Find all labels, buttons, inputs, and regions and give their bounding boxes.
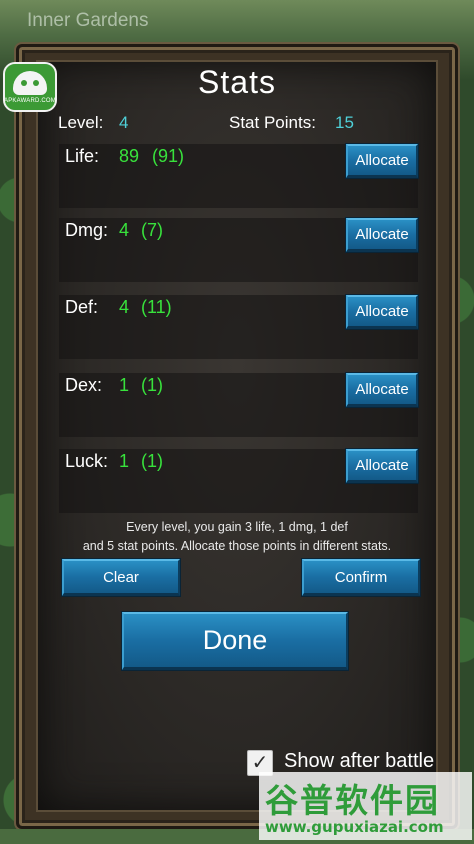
stat-max: (1): [141, 375, 163, 395]
stat-max: (1): [141, 451, 163, 471]
stat-value: 4: [119, 220, 130, 240]
stat-name: Luck:: [65, 451, 109, 471]
stat-row-life: Life: 89 (91) Allocate: [59, 144, 418, 208]
stat-points-label: Stat Points:: [229, 113, 316, 132]
allocate-luck-button[interactable]: Allocate: [346, 449, 418, 483]
stat-value: 1: [119, 451, 130, 471]
stat-value: 1: [119, 375, 130, 395]
stat-value: 4: [119, 297, 130, 317]
stat-row-dex: Dex: 1 (1) Allocate: [59, 373, 418, 437]
android-icon: [13, 71, 47, 95]
info-line-1: Every level, you gain 3 life, 1 dmg, 1 d…: [126, 520, 348, 534]
info-line-2: and 5 stat points. Allocate those points…: [82, 539, 392, 553]
info-text: Every level, you gain 3 life, 1 dmg, 1 d…: [36, 518, 438, 556]
allocate-def-button[interactable]: Allocate: [346, 295, 418, 329]
panel-title: Stats: [198, 64, 276, 100]
check-icon: ✓: [251, 752, 269, 774]
confirm-button[interactable]: Confirm: [302, 559, 420, 596]
brand-watermark-title: 谷普软件园: [265, 781, 440, 820]
location-label: Inner Gardens: [27, 10, 149, 31]
stat-name: Dex:: [65, 375, 103, 395]
stat-max: (7): [141, 220, 163, 240]
allocate-dmg-button[interactable]: Allocate: [346, 218, 418, 252]
stat-name: Def:: [65, 297, 99, 317]
brand-watermark: 谷普软件园 www.gupuxiazai.com: [259, 772, 472, 840]
stat-points-value: 15: [335, 113, 354, 132]
stat-row-def: Def: 4 (11) Allocate: [59, 295, 418, 359]
done-button[interactable]: Done: [122, 612, 348, 670]
clear-button[interactable]: Clear: [62, 559, 180, 596]
stat-name: Life:: [65, 146, 100, 166]
level-label: Level:: [58, 113, 104, 132]
allocate-life-button[interactable]: Allocate: [346, 144, 418, 178]
watermark-badge: APKAWARD.COM: [3, 62, 57, 112]
stat-name: Dmg:: [65, 220, 109, 240]
allocate-dex-button[interactable]: Allocate: [346, 373, 418, 407]
show-after-battle-label[interactable]: Show after battle: [284, 750, 434, 773]
level-value: 4: [119, 113, 129, 132]
stat-row-dmg: Dmg: 4 (7) Allocate: [59, 218, 418, 282]
watermark-badge-text: APKAWARD.COM: [4, 98, 56, 104]
stat-value: 89: [119, 146, 140, 166]
stat-row-luck: Luck: 1 (1) Allocate: [59, 449, 418, 513]
stat-max: (11): [141, 297, 172, 317]
stat-max: (91): [152, 146, 185, 166]
brand-watermark-url: www.gupuxiazai.com: [265, 818, 444, 836]
